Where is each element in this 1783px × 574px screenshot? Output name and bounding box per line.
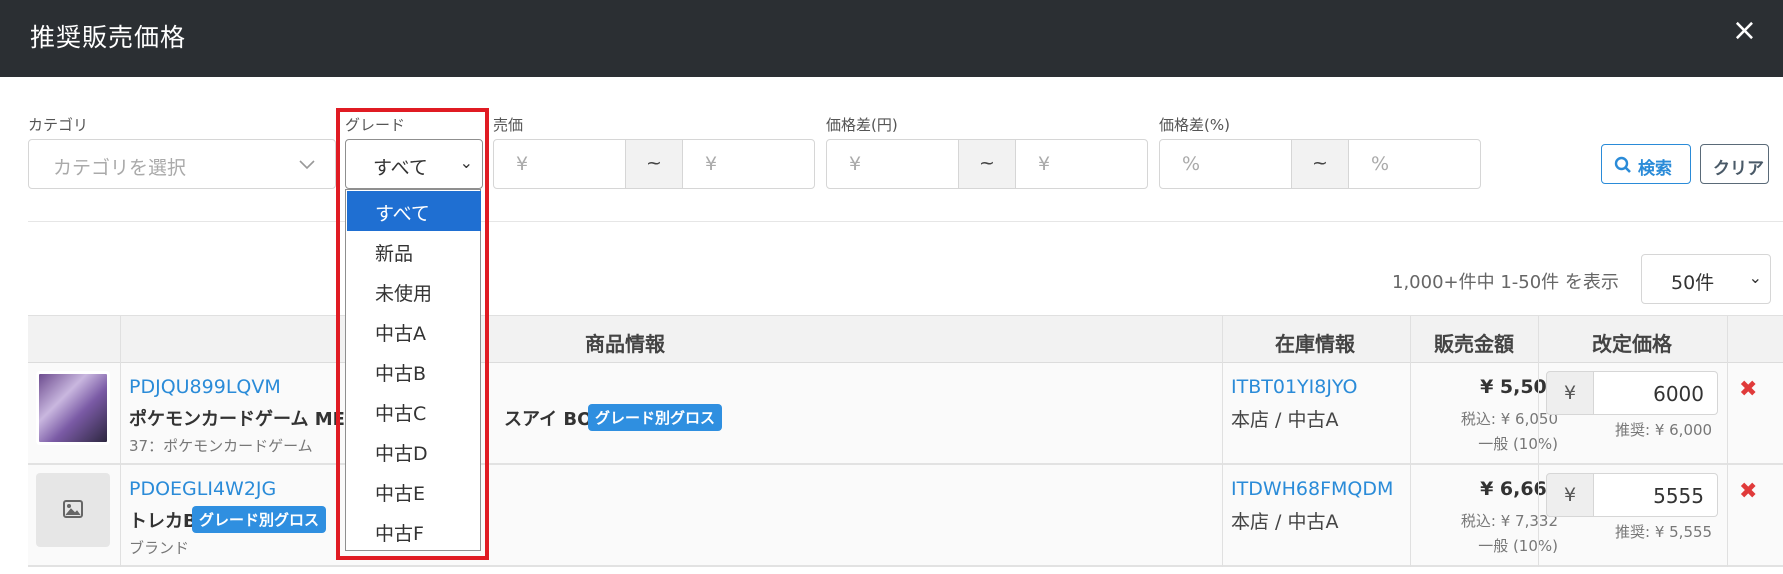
col-amount: 販売金額 [1434,332,1514,356]
range-separator: ~ [625,139,683,189]
highlight-frame [336,108,489,560]
result-count: 1,000+件中 1-50件 を表示 [1392,272,1619,293]
table-row: PDOEGLI4W2JG トレカB グレード別グロス ブランド ITDWH68F… [28,465,1783,567]
revised-price-input[interactable]: 6000 [1594,371,1718,415]
clear-label: クリア [1713,159,1764,179]
chevron-down-icon: ⌄ [1748,268,1762,287]
clear-button[interactable]: クリア [1700,144,1769,184]
range-separator: ~ [958,139,1016,189]
search-button[interactable]: 検索 [1601,144,1691,184]
stock-code-link[interactable]: ITDWH68FMQDM [1231,478,1393,500]
diff-yen-max[interactable]: ¥ [1015,139,1148,189]
search-icon [1614,156,1631,173]
search-label: 検索 [1638,159,1672,179]
tax-included: 税込: ¥ 7,332 [1460,512,1558,530]
stock-code-link[interactable]: ITBT01YI8JYO [1231,376,1357,398]
category-placeholder: カテゴリを選択 [53,157,187,179]
diff-yen-label: 価格差(円) [826,116,898,134]
col-revised: 改定価格 [1592,332,1672,356]
table-header: 商品情報 在庫情報 販売金額 改定価格 [28,315,1783,363]
per-page-value: 50件 [1671,272,1715,294]
sale-price-max[interactable]: ¥ [682,139,815,189]
product-name: トレカB [129,511,197,532]
product-thumbnail [36,371,110,445]
image-icon [63,500,83,518]
revised-price-input[interactable]: 5555 [1594,473,1718,517]
product-code-link[interactable]: PDJQU899LQVM [129,376,281,398]
sale-price-min[interactable]: ¥ [493,139,626,189]
table-row: PDJQU899LQVM ポケモンカードゲーム MEGA スアイ BOX グレー… [28,363,1783,465]
category-label: カテゴリ [28,116,89,134]
recommended-price: 推奨: ¥ 6,000 [1615,421,1713,439]
diff-pct-min[interactable]: % [1159,139,1292,189]
currency-addon: ¥ [1546,371,1594,415]
grade-badge: グレード別グロス [588,404,723,431]
chevron-down-icon [299,160,315,170]
stock-location: 本店 / 中古A [1231,511,1339,533]
currency-addon: ¥ [1546,473,1594,517]
grade-badge: グレード別グロス [192,506,327,533]
per-page-select[interactable]: 50件 ⌄ [1641,254,1771,304]
diff-pct-label: 価格差(%) [1159,116,1230,134]
column-separator [1222,315,1223,567]
product-category: ブランド [129,539,190,557]
column-separator [1538,315,1539,567]
tax-type: 一般 (10%) [1478,537,1558,555]
product-category: 37：ポケモンカードゲーム [129,437,313,455]
divider [28,221,1783,222]
tax-type: 一般 (10%) [1478,435,1558,453]
tax-included: 税込: ¥ 6,050 [1460,410,1558,428]
col-stock: 在庫情報 [1275,332,1355,356]
recommended-price: 推奨: ¥ 5,555 [1615,523,1713,541]
sale-price-label: 売価 [493,116,524,134]
column-separator [120,315,121,567]
delete-icon[interactable]: ✖ [1739,479,1757,504]
diff-yen-min[interactable]: ¥ [826,139,959,189]
modal-header: 推奨販売価格 × [0,0,1783,77]
column-separator [1410,315,1411,567]
range-separator: ~ [1291,139,1349,189]
column-separator [1727,315,1728,567]
diff-pct-max[interactable]: % [1348,139,1481,189]
close-icon[interactable]: × [1732,16,1757,46]
stock-location: 本店 / 中古A [1231,409,1339,431]
product-code-link[interactable]: PDOEGLI4W2JG [129,478,276,500]
product-thumbnail [36,473,110,547]
delete-icon[interactable]: ✖ [1739,377,1757,402]
col-product: 商品情報 [585,332,665,356]
category-select[interactable]: カテゴリを選択 [28,139,336,189]
modal-title: 推奨販売価格 [30,23,187,52]
